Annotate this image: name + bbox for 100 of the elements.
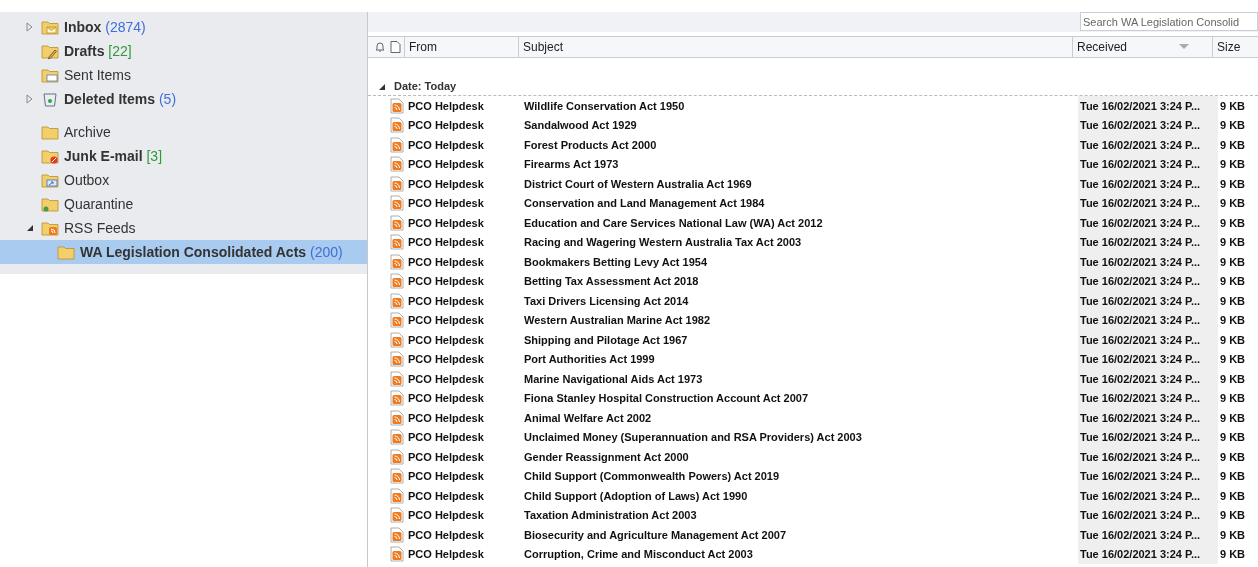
- table-cell-text: PCO Helpdesk: [408, 235, 485, 250]
- table-cell-text: PCO Helpdesk: [408, 137, 485, 153]
- table-cell: Tue 16/02/2021 3:24 P...: [1078, 310, 1218, 330]
- folder-icon: [41, 147, 59, 165]
- table-cell-text: 9 KB: [1219, 449, 1246, 465]
- folder-item[interactable]: RSS Feeds: [0, 216, 367, 240]
- table-cell-text: Port Authorities Act 1999: [524, 352, 656, 367]
- table-cell-text: PCO Helpdesk: [408, 547, 485, 562]
- table-cell-text: 9 KB: [1219, 118, 1246, 133]
- table-cell-text: District Court of Western Australia Act 1969: [524, 176, 753, 192]
- rss-item-icon: [390, 448, 404, 465]
- rss-item-icon: [390, 214, 404, 231]
- table-cell-text: PCO Helpdesk: [408, 371, 485, 387]
- table-cell: Tue 16/02/2021 3:24 P...: [1078, 349, 1218, 369]
- folder-item[interactable]: Archive: [0, 120, 367, 144]
- rss-item-icon: [390, 136, 404, 153]
- folder-icon: [41, 171, 59, 189]
- folder-name: Drafts [22]: [64, 41, 132, 61]
- table-cell: Tue 16/02/2021 3:24 P...: [1078, 154, 1218, 174]
- table-cell: Tue 16/02/2021 3:24 P...: [1078, 408, 1218, 428]
- rss-item-icon: [390, 117, 404, 134]
- table-cell: Tue 16/02/2021 3:24 P...: [1078, 271, 1218, 291]
- table-cell-text: PCO Helpdesk: [408, 430, 485, 445]
- table-cell-text: PCO Helpdesk: [408, 118, 485, 133]
- folder-item[interactable]: Drafts [22]: [0, 39, 367, 63]
- folder-name: Junk E-mail [3]: [64, 146, 163, 166]
- rss-item-icon: [390, 409, 404, 426]
- folder-name: Quarantine: [64, 194, 134, 214]
- table-cell: Tue 16/02/2021 3:24 P...: [1078, 369, 1218, 389]
- table-cell-text: Shipping and Pilotage Act 1967: [524, 332, 689, 348]
- rss-item-icon: [390, 429, 404, 446]
- table-cell-text: PCO Helpdesk: [408, 527, 485, 543]
- table-cell-text: 9 KB: [1219, 215, 1246, 231]
- rss-item-icon: [390, 507, 404, 524]
- rss-item-icon: [390, 546, 404, 563]
- folder-icon: [57, 243, 75, 261]
- column-header[interactable]: Received: [1072, 37, 1212, 57]
- rss-item-icon: [390, 234, 404, 251]
- table-cell-text: Child Support (Adoption of Laws) Act 1990: [524, 488, 749, 504]
- table-cell-text: PCO Helpdesk: [408, 215, 485, 231]
- table-cell-text: Sandalwood Act 1929: [524, 118, 638, 133]
- rss-item-icon: [390, 312, 404, 329]
- table-cell-text: Firearms Act 1973: [524, 157, 620, 172]
- table-cell-text: PCO Helpdesk: [408, 196, 485, 211]
- rss-item-icon: [390, 351, 404, 368]
- column-header[interactable]: Size: [1212, 37, 1258, 57]
- rss-item-icon: [390, 331, 404, 348]
- table-cell-text: 9 KB: [1219, 332, 1246, 348]
- rss-item-icon: [390, 468, 404, 485]
- search-field[interactable]: Search WA Legislation Consolid: [1080, 12, 1258, 31]
- table-cell: Tue 16/02/2021 3:24 P...: [1078, 427, 1218, 447]
- folder-item[interactable]: Junk E-mail [3]: [0, 144, 367, 168]
- table-cell-text: Unclaimed Money (Superannuation and RSA Providers) Act 2003: [524, 430, 863, 445]
- column-header[interactable]: Subject: [518, 37, 1072, 57]
- folder-name: Sent Items: [64, 65, 131, 85]
- document-icon: [390, 41, 401, 53]
- table-cell: Tue 16/02/2021 3:24 P...: [1078, 388, 1218, 408]
- table-cell-text: PCO Helpdesk: [408, 293, 485, 309]
- table-cell: Tue 16/02/2021 3:24 P...: [1078, 135, 1218, 155]
- folder-name: Deleted Items (5): [64, 89, 177, 109]
- folder-item[interactable]: WA Legislation Consolidated Acts (200): [0, 240, 367, 264]
- bell-icon: [374, 41, 386, 53]
- table-cell-text: 9 KB: [1219, 235, 1246, 250]
- table-cell-text: Gender Reassignment Act 2000: [524, 449, 690, 465]
- rss-item-icon: [390, 487, 404, 504]
- rss-item-icon: [390, 195, 404, 212]
- table-cell: Tue 16/02/2021 3:24 P...: [1078, 486, 1218, 506]
- table-cell-text: PCO Helpdesk: [408, 391, 485, 406]
- table-cell-text: 9 KB: [1219, 293, 1246, 309]
- table-cell: Tue 16/02/2021 3:24 P...: [1078, 252, 1218, 272]
- table-cell-text: 9 KB: [1219, 254, 1246, 270]
- collapse-triangle-icon: [378, 82, 386, 91]
- column-header[interactable]: From: [404, 37, 518, 57]
- table-cell-text: Taxation Administration Act 2003: [524, 508, 698, 523]
- table-cell-text: PCO Helpdesk: [408, 98, 485, 114]
- table-cell-text: 9 KB: [1219, 488, 1246, 504]
- folder-name: Archive: [64, 122, 111, 142]
- table-cell: Tue 16/02/2021 3:24 P...: [1078, 291, 1218, 311]
- folder-item[interactable]: Quarantine: [0, 192, 367, 216]
- rss-item-icon: [390, 156, 404, 173]
- table-cell-text: Conservation and Land Management Act 1984: [524, 196, 766, 211]
- rss-item-icon: [390, 97, 404, 114]
- rss-item-icon: [390, 526, 404, 543]
- table-cell-text: PCO Helpdesk: [408, 488, 485, 504]
- folder-item[interactable]: Outbox: [0, 168, 367, 192]
- table-cell: Tue 16/02/2021 3:24 P...: [1078, 96, 1218, 116]
- folder-item[interactable]: Deleted Items (5): [0, 87, 367, 111]
- table-cell-text: 9 KB: [1219, 371, 1246, 387]
- folder-name: Inbox (2874): [64, 17, 146, 37]
- folder-item[interactable]: Sent Items: [0, 63, 367, 87]
- table-cell-text: 9 KB: [1219, 391, 1246, 406]
- table-cell-text: Biosecurity and Agriculture Management Act 2007: [524, 527, 788, 543]
- folder-item[interactable]: Inbox (2874): [0, 15, 367, 39]
- table-cell-text: PCO Helpdesk: [408, 313, 485, 328]
- table-cell-text: PCO Helpdesk: [408, 332, 485, 348]
- table-cell-text: 9 KB: [1219, 430, 1246, 445]
- folder-name: RSS Feeds: [64, 218, 136, 238]
- table-cell: Tue 16/02/2021 3:24 P...: [1078, 213, 1218, 233]
- table-cell-text: 9 KB: [1219, 313, 1246, 328]
- table-cell-text: PCO Helpdesk: [408, 449, 485, 465]
